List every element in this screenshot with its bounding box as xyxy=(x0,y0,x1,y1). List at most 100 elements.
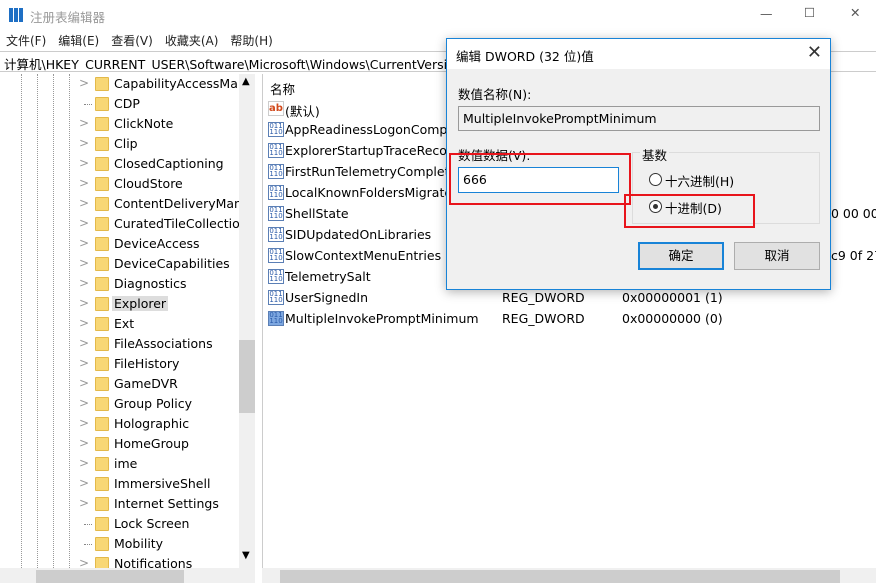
menu-view[interactable]: 查看(V) xyxy=(105,30,159,51)
tree-item-label: ContentDeliveryMana xyxy=(114,196,250,211)
tree-item[interactable]: > ImmersiveShell xyxy=(0,474,239,494)
tree-item[interactable]: > Ext xyxy=(0,314,239,334)
cancel-button[interactable]: 取消 xyxy=(734,242,820,270)
tree-item-label: Mobility xyxy=(114,536,164,551)
binary-value-icon: 011 110 xyxy=(268,122,284,137)
tree-vertical-scrollbar[interactable]: ▲ ▼ xyxy=(239,74,255,568)
value-data: 0 00 00 0 xyxy=(831,206,876,221)
menu-file[interactable]: 文件(F) xyxy=(0,30,52,51)
tree-item[interactable]: > GameDVR xyxy=(0,374,239,394)
chevron-right-icon[interactable]: > xyxy=(79,496,89,510)
tree-item[interactable]: > HomeGroup xyxy=(0,434,239,454)
menu-help[interactable]: 帮助(H) xyxy=(224,30,278,51)
tree-item-label: DeviceAccess xyxy=(114,236,200,251)
tree-item[interactable]: > CapabilityAccessMana xyxy=(0,74,253,94)
column-header-name[interactable]: 名称 xyxy=(270,79,295,98)
chevron-right-icon[interactable]: > xyxy=(79,436,89,450)
edit-dword-dialog: 编辑 DWORD (32 位)值 ✕ 数值名称(N): MultipleInvo… xyxy=(446,38,831,290)
hex-radio[interactable] xyxy=(649,173,662,186)
tree-item-label: DeviceCapabilities xyxy=(114,256,230,271)
chevron-right-icon[interactable]: > xyxy=(79,376,89,390)
chevron-right-icon[interactable]: > xyxy=(79,156,89,170)
close-button[interactable]: ✕ xyxy=(850,5,860,20)
ok-button[interactable]: 确定 xyxy=(638,242,724,270)
chevron-right-icon[interactable]: > xyxy=(79,456,89,470)
maximize-button[interactable]: ☐ xyxy=(804,5,815,20)
list-hscroll-thumb[interactable] xyxy=(280,570,840,583)
tree-item-label: FileHistory xyxy=(114,356,180,371)
tree-item[interactable]: Mobility xyxy=(0,534,239,554)
chevron-right-icon[interactable]: > xyxy=(79,296,89,310)
tree-item-label: Lock Screen xyxy=(114,516,190,531)
tree-item[interactable]: > Group Policy xyxy=(0,394,239,414)
tree-item[interactable]: > CloudStore xyxy=(0,174,239,194)
tree-item[interactable]: > ClosedCaptioning xyxy=(0,154,239,174)
chevron-right-icon[interactable]: > xyxy=(79,276,89,290)
chevron-right-icon[interactable]: > xyxy=(79,76,89,90)
tree-item[interactable]: > DeviceCapabilities xyxy=(0,254,239,274)
chevron-right-icon[interactable]: > xyxy=(79,216,89,230)
chevron-right-icon[interactable]: > xyxy=(79,316,89,330)
value-name-field[interactable]: MultipleInvokePromptMinimum xyxy=(458,106,820,131)
folder-icon xyxy=(95,157,109,171)
tree-item[interactable]: Lock Screen xyxy=(0,514,239,534)
hex-radio-label[interactable]: 十六进制(H) xyxy=(665,171,734,190)
tree-item[interactable]: > CuratedTileCollection xyxy=(0,214,248,234)
key-tree: > CapabilityAccessMana CDP > ClickNote > Clip >… xyxy=(0,74,255,568)
tree-item[interactable]: > Diagnostics xyxy=(0,274,239,294)
folder-icon xyxy=(95,457,109,471)
tree-item[interactable]: > Holographic xyxy=(0,414,239,434)
value-type: REG_DWORD xyxy=(502,290,585,305)
value-name-label: 数值名称(N): xyxy=(458,87,532,102)
folder-icon xyxy=(95,257,109,271)
scroll-up-icon[interactable]: ▲ xyxy=(242,76,250,87)
menu-favorites[interactable]: 收藏夹(A) xyxy=(159,30,225,51)
chevron-right-icon[interactable]: > xyxy=(79,356,89,370)
chevron-right-icon[interactable]: > xyxy=(79,176,89,190)
binary-value-icon: 011 110 xyxy=(268,311,284,326)
folder-icon xyxy=(95,297,109,311)
tree-item[interactable]: > ClickNote xyxy=(0,114,239,134)
chevron-right-icon[interactable]: > xyxy=(79,416,89,430)
value-name: AppReadinessLogonComplete xyxy=(285,122,472,137)
tree-scroll-thumb[interactable] xyxy=(239,340,255,413)
tree-item[interactable]: > DeviceAccess xyxy=(0,234,239,254)
tree-item[interactable]: > FileHistory xyxy=(0,354,239,374)
tree-item[interactable]: > ContentDeliveryMana xyxy=(0,194,250,214)
tree-item[interactable]: > Notifications xyxy=(0,554,239,568)
tree-item[interactable]: > Clip xyxy=(0,134,239,154)
chevron-right-icon[interactable]: > xyxy=(79,256,89,270)
chevron-right-icon[interactable]: > xyxy=(79,136,89,150)
value-data: 0x00000000 (0) xyxy=(622,311,723,326)
value-type: REG_DWORD xyxy=(502,311,585,326)
menu-edit[interactable]: 编辑(E) xyxy=(52,30,105,51)
chevron-right-icon[interactable]: > xyxy=(79,556,89,568)
tree-hscroll-thumb[interactable] xyxy=(36,570,184,583)
tree-connector xyxy=(84,104,92,105)
folder-icon xyxy=(95,357,109,371)
value-row[interactable]: 011 110 MultipleInvokePromptMinimum REG_DWO… xyxy=(263,308,876,329)
tree-item[interactable]: > FileAssociations xyxy=(0,334,239,354)
chevron-right-icon[interactable]: > xyxy=(79,336,89,350)
value-row[interactable]: 011 110 UserSignedIn REG_DWORD 0x00000001 (1… xyxy=(263,287,876,308)
folder-icon xyxy=(95,137,109,151)
value-name: UserSignedIn xyxy=(285,290,368,305)
tree-item[interactable]: > Internet Settings xyxy=(0,494,239,514)
value-name: LocalKnownFoldersMigrated xyxy=(285,185,460,200)
minimize-button[interactable]: — xyxy=(760,6,773,21)
folder-icon xyxy=(95,517,109,531)
tree-item[interactable]: > Explorer xyxy=(0,294,239,314)
chevron-right-icon[interactable]: > xyxy=(79,196,89,210)
chevron-right-icon[interactable]: > xyxy=(79,236,89,250)
chevron-right-icon[interactable]: > xyxy=(79,476,89,490)
dialog-close-icon[interactable]: ✕ xyxy=(807,42,822,63)
chevron-right-icon[interactable]: > xyxy=(79,116,89,130)
tree-item[interactable]: > ime xyxy=(0,454,239,474)
scroll-down-icon[interactable]: ▼ xyxy=(242,550,250,561)
folder-icon xyxy=(95,97,109,111)
folder-icon xyxy=(95,237,109,251)
chevron-right-icon[interactable]: > xyxy=(79,396,89,410)
tree-item-label: FileAssociations xyxy=(114,336,213,351)
tree-item-label: HomeGroup xyxy=(114,436,189,451)
tree-item[interactable]: CDP xyxy=(0,94,239,114)
